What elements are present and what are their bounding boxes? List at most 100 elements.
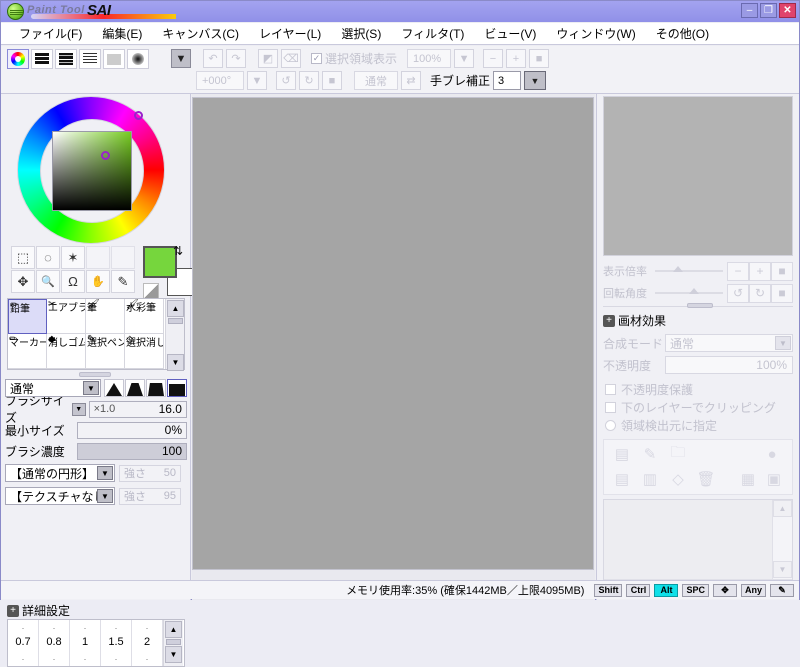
flip-button[interactable]: ⇄ bbox=[401, 71, 421, 90]
layer-list-vertical-scrollbar[interactable]: ▲ ▼ bbox=[772, 500, 792, 580]
panel-resize-grip[interactable] bbox=[79, 372, 111, 377]
color-list-icon[interactable] bbox=[79, 49, 101, 69]
stabilizer-dropdown[interactable]: ▼ bbox=[524, 71, 547, 90]
navigator-preview[interactable] bbox=[603, 96, 793, 256]
layer-blend-mode-combo[interactable]: 通常 ▼ bbox=[665, 334, 793, 352]
nav-zoom-in-button[interactable]: + bbox=[749, 261, 771, 281]
menu-window[interactable]: ウィンドウ(W) bbox=[546, 23, 645, 44]
detail-settings-header[interactable]: + 詳細設定 bbox=[7, 602, 70, 619]
min-size-value-box[interactable]: 0% bbox=[77, 421, 187, 439]
key-indicator-alt[interactable]: Alt bbox=[654, 583, 679, 597]
detail-col[interactable]: · 0.8 · bbox=[39, 620, 70, 666]
stabilizer-value[interactable]: 3 bbox=[493, 71, 522, 90]
brush-preset-watercolor[interactable]: 水彩筆 🖌 bbox=[125, 299, 164, 334]
panel-dropdown-button[interactable]: ▼ bbox=[171, 49, 191, 68]
canvas[interactable] bbox=[192, 97, 594, 570]
region-source-row[interactable]: 領域検出元に指定 bbox=[605, 417, 717, 434]
nav-rotate-slider[interactable] bbox=[655, 288, 723, 294]
brush-preset-selection-eraser[interactable]: 選択消し ◇ bbox=[125, 334, 164, 369]
preset-scrollbar[interactable]: ▲ ▼ bbox=[165, 299, 184, 371]
layer-list-scroll-up[interactable]: ▲ bbox=[773, 500, 792, 517]
blend-mode-field[interactable]: 通常 bbox=[354, 71, 398, 90]
duplicate-select-icon[interactable]: ▦ bbox=[738, 468, 758, 490]
detail-col[interactable]: · 2 · bbox=[132, 620, 163, 666]
hand-icon[interactable]: ✋ bbox=[86, 270, 110, 293]
move-icon[interactable]: ✥ bbox=[11, 270, 35, 293]
zoom-value-field[interactable]: 100% bbox=[407, 49, 452, 68]
delete-layer-icon[interactable]: 🗑 bbox=[696, 468, 716, 490]
key-indicator-move-icon[interactable]: ✥ bbox=[712, 583, 737, 597]
nav-zoom-out-button[interactable]: − bbox=[727, 261, 749, 281]
expand-plus-icon[interactable]: + bbox=[603, 314, 615, 327]
rotate-icon[interactable]: Ω bbox=[61, 270, 85, 293]
clear-layer-icon[interactable]: ◇ bbox=[668, 468, 688, 490]
magic-wand-icon[interactable]: ✶ bbox=[61, 246, 85, 269]
menu-canvas[interactable]: キャンバス(C) bbox=[152, 23, 249, 44]
edge-shape-medium[interactable] bbox=[125, 379, 145, 397]
key-indicator-any[interactable]: Any bbox=[740, 583, 766, 597]
edge-shape-soft[interactable] bbox=[104, 379, 124, 397]
layer-list-scroll-down[interactable]: ▼ bbox=[773, 561, 792, 578]
rotate-cw-button[interactable]: ↻ bbox=[299, 71, 319, 90]
merge-down-icon[interactable]: ▤ bbox=[612, 468, 632, 490]
expand-plus-icon[interactable]: + bbox=[7, 604, 19, 617]
detail-col[interactable]: · 1.5 · bbox=[101, 620, 132, 666]
preset-scroll-thumb[interactable] bbox=[168, 318, 183, 324]
detail-scroll-down[interactable]: ▼ bbox=[165, 646, 182, 663]
selection-clear-button[interactable]: ⌫ bbox=[281, 49, 301, 68]
preset-scroll-down[interactable]: ▼ bbox=[167, 354, 184, 371]
texture-preset-combo[interactable]: 【テクスチャなし】 ▼ bbox=[5, 487, 118, 505]
brush-size-dropdown[interactable]: ▼ bbox=[71, 402, 86, 416]
rotate-dropdown-button[interactable]: ▼ bbox=[247, 71, 267, 90]
density-value-box[interactable]: 100 bbox=[77, 442, 187, 460]
detail-col[interactable]: · 1 · bbox=[70, 620, 101, 666]
menu-other[interactable]: その他(O) bbox=[646, 23, 719, 44]
color-wheel[interactable] bbox=[17, 96, 165, 244]
undo-button[interactable]: ↶ bbox=[203, 49, 223, 68]
tool-blank-1[interactable] bbox=[86, 246, 110, 269]
menu-layer[interactable]: レイヤー(L) bbox=[249, 23, 331, 44]
nav-zoom-reset-button[interactable]: ■ bbox=[771, 261, 793, 281]
key-indicator-ctrl[interactable]: Ctrl bbox=[626, 583, 651, 597]
detail-col[interactable]: · 0.7 · bbox=[8, 620, 39, 666]
detail-scroll-up[interactable]: ▲ bbox=[165, 621, 182, 638]
selection-invert-button[interactable]: ◩ bbox=[258, 49, 278, 68]
lasso-select-icon[interactable]: ◌ bbox=[36, 246, 60, 269]
brush-preset-brush[interactable]: 筆 🖌 bbox=[86, 299, 125, 334]
new-folder-icon[interactable]: 🗀 bbox=[668, 443, 688, 465]
checker-swatch-icon[interactable] bbox=[143, 283, 159, 299]
rotate-ccw-button[interactable]: ↺ bbox=[276, 71, 296, 90]
color-square[interactable] bbox=[52, 131, 132, 211]
new-layer-icon[interactable]: ▤ bbox=[612, 443, 632, 465]
brush-preset-pencil[interactable]: 鉛筆 ✏ bbox=[8, 299, 47, 334]
clipping-checkbox[interactable] bbox=[605, 402, 616, 413]
duplicate-layer-icon[interactable]: ▣ bbox=[764, 468, 784, 490]
edge-shape-square[interactable] bbox=[167, 379, 187, 397]
key-indicator-spc[interactable]: SPC bbox=[682, 583, 709, 597]
close-button[interactable]: ✕ bbox=[779, 3, 796, 18]
minimize-button[interactable]: – bbox=[741, 3, 758, 18]
swap-colors-icon[interactable]: ⇅ bbox=[173, 244, 183, 258]
maximize-button[interactable]: ❐ bbox=[760, 3, 777, 18]
shape-preset-combo[interactable]: 【通常の円形】 ▼ bbox=[5, 464, 115, 482]
zoom-out-button[interactable]: − bbox=[483, 49, 504, 68]
gradient-blob-icon[interactable] bbox=[127, 49, 149, 69]
hsv-sliders-icon[interactable] bbox=[55, 49, 77, 69]
zoom-in-button[interactable]: + bbox=[506, 49, 527, 68]
lock-opacity-checkbox[interactable] bbox=[605, 384, 616, 395]
zoom-dropdown-button[interactable]: ▼ bbox=[454, 49, 475, 68]
key-indicator-pen-icon[interactable]: ✎ bbox=[770, 583, 794, 597]
layer-mask-icon[interactable]: ● bbox=[762, 443, 782, 465]
foreground-swatch[interactable] bbox=[143, 246, 177, 278]
brush-preset-eraser[interactable]: 消しゴム ◆ bbox=[47, 334, 86, 369]
eyedropper-icon[interactable]: ✎ bbox=[111, 270, 135, 293]
brush-preset-selection-pen[interactable]: 選択ペン ✎ bbox=[86, 334, 125, 369]
merge-selected-icon[interactable]: ▥ bbox=[640, 468, 660, 490]
redo-button[interactable]: ↷ bbox=[226, 49, 246, 68]
tool-blank-2[interactable] bbox=[111, 246, 135, 269]
chevron-down-icon[interactable]: ▼ bbox=[775, 336, 791, 350]
material-effect-header[interactable]: + 画材効果 bbox=[603, 312, 666, 329]
nav-rotate-ccw-button[interactable]: ↺ bbox=[727, 283, 749, 303]
layer-opacity-field[interactable]: 100% bbox=[665, 356, 793, 374]
menu-select[interactable]: 選択(S) bbox=[331, 23, 391, 44]
